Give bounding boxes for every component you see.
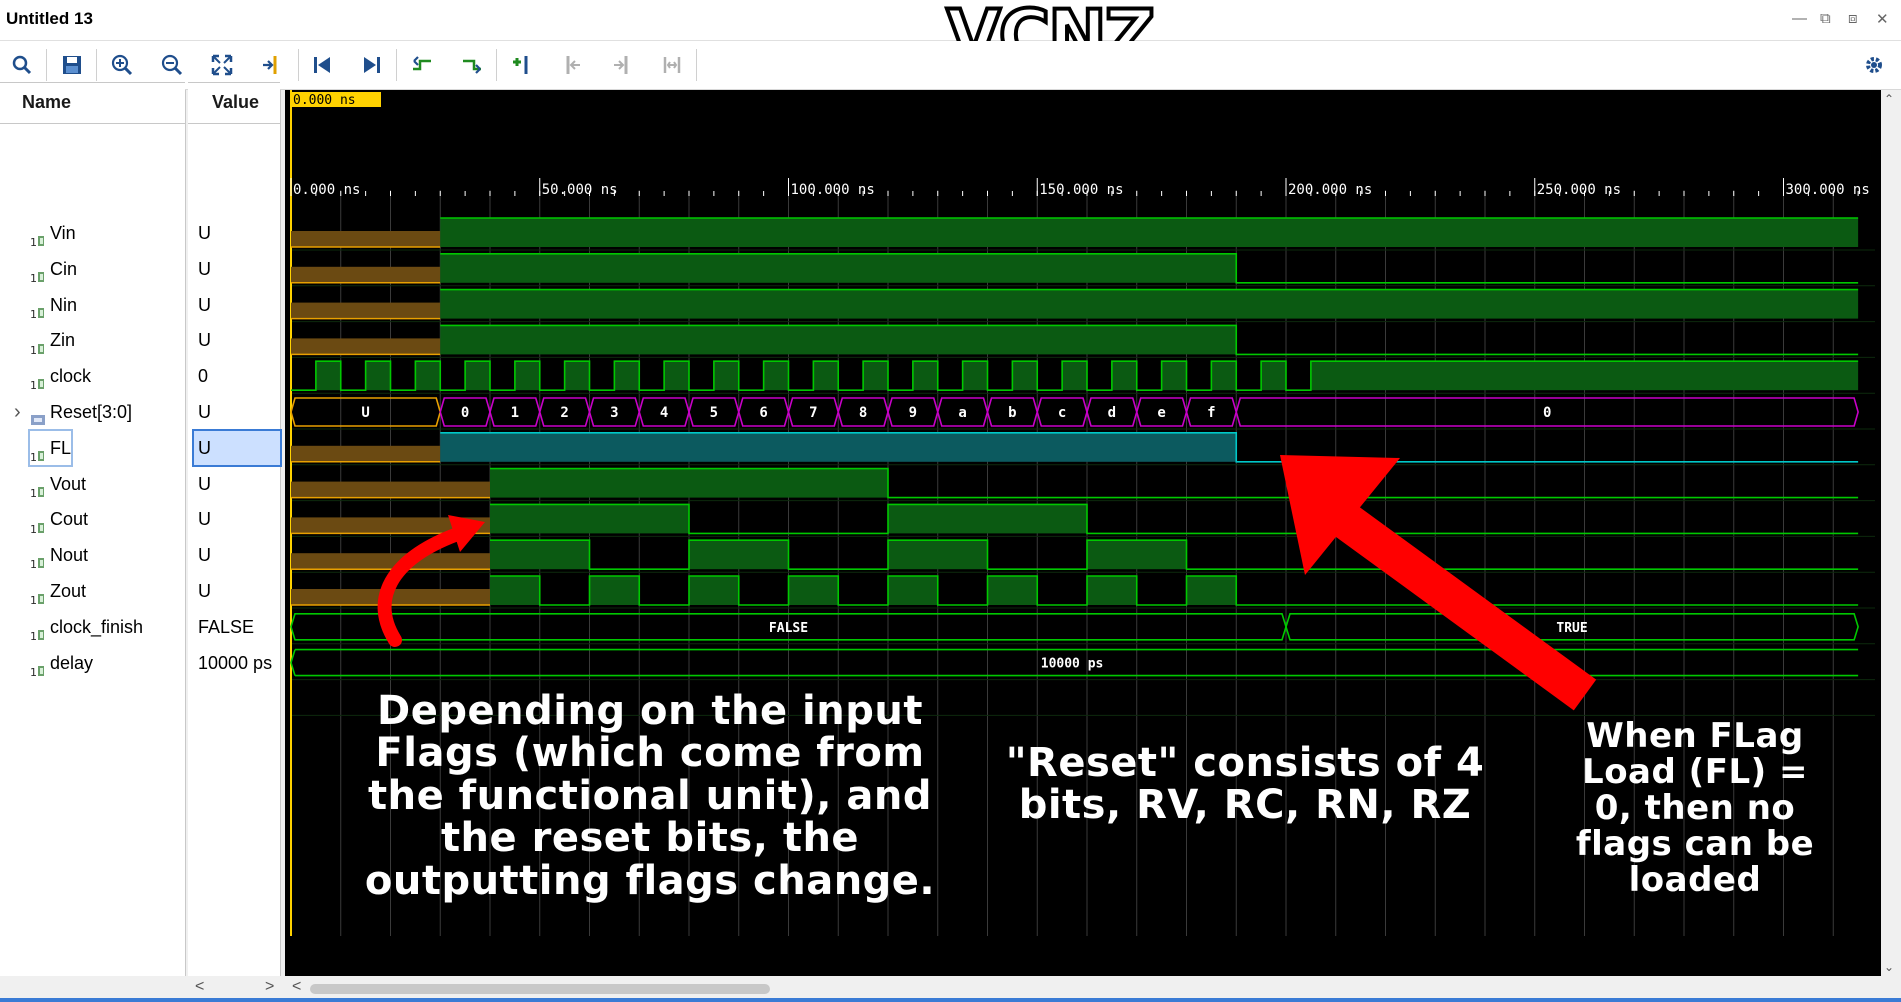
signal-value-cell: U [192,428,282,467]
signal-name-row[interactable]: › Reset[3:0] [14,395,133,429]
curved-arrow-shape [377,528,462,647]
signal-name-label: Vout [50,473,87,494]
signal-name-row[interactable]: 1 clock [30,359,91,393]
signal-name-row[interactable]: 1 delay [30,646,93,680]
signal-name-label: Cin [50,258,78,279]
signal-value-cell: U [198,581,211,601]
bit-signal-icon: 1 [30,584,46,607]
annotation-overlay [377,455,1597,711]
signal-value-cell: U [198,473,211,494]
signal-name-row[interactable]: 1 Vout [30,467,86,501]
signal-name-row[interactable]: 1 Vin [30,216,76,250]
bus-signal-icon [30,405,46,426]
bit-signal-icon: 1 [30,298,46,321]
signal-name-row[interactable]: 1 Cin [30,252,77,286]
signal-name-row[interactable]: 1 Cout [30,502,88,536]
signal-name-row[interactable]: 1 Nout [30,538,88,572]
big-arrow-shaft [1333,504,1597,711]
signal-name-row[interactable]: 1 Zin [30,323,75,357]
bit-signal-icon: 1 [30,334,46,357]
signal-name-label: Zin [50,330,76,351]
bit-signal-icon: 1 [30,548,46,571]
bit-signal-icon: 1 [30,656,46,679]
signal-name-label: Vin [50,223,76,243]
signal-name-label: FL [50,437,72,458]
signal-value-cell: U [198,258,211,279]
svg-text:1: 1 [30,308,37,321]
bit-signal-icon: 1 [30,513,46,536]
signal-name-row[interactable]: 1 FL [27,428,74,467]
svg-text:1: 1 [30,272,37,285]
svg-text:1: 1 [30,236,37,249]
bit-signal-icon: 1 [30,620,46,643]
signal-name-row[interactable]: 1 Nin [30,288,77,322]
signal-name-label: Nin [50,294,78,315]
signal-value-cell: U [198,545,211,566]
signal-value-cell: U [198,402,211,422]
signal-value-cell: 10000 ps [198,652,273,673]
signal-name-row[interactable]: 1 Zout [30,574,86,608]
expand-chevron-icon[interactable]: › [14,395,21,429]
signal-name-label: clock [50,366,92,387]
bit-signal-icon: 1 [30,477,46,500]
signal-name-row[interactable]: 1 clock_finish [30,610,143,644]
svg-text:1: 1 [30,379,37,392]
signal-name-label: Cout [50,509,89,530]
svg-text:1: 1 [30,523,37,536]
signal-name-label: Zout [50,581,87,601]
bit-signal-icon: 1 [30,262,46,285]
bit-signal-icon: 1 [30,369,46,392]
signal-name-label: clock_finish [50,616,144,637]
signal-name-label: Reset[3:0] [50,402,133,422]
signal-value-cell: U [198,294,211,315]
signal-value-cell: 0 [198,366,209,387]
signal-value-cell: U [198,223,211,243]
signal-value-cell: U [198,509,211,530]
svg-text:1: 1 [30,666,37,679]
svg-text:1: 1 [30,630,37,643]
svg-text:1: 1 [30,558,37,571]
bit-signal-icon: 1 [30,441,46,464]
svg-text:1: 1 [30,451,37,464]
signal-value-cell: U [198,330,211,351]
signal-value-cell: FALSE [198,616,255,637]
signal-name-label: Nout [50,545,89,566]
svg-text:1: 1 [30,594,37,607]
bit-signal-icon: 1 [30,226,46,249]
svg-text:1: 1 [30,344,37,357]
svg-text:1: 1 [30,487,37,500]
signal-name-label: delay [50,652,94,673]
